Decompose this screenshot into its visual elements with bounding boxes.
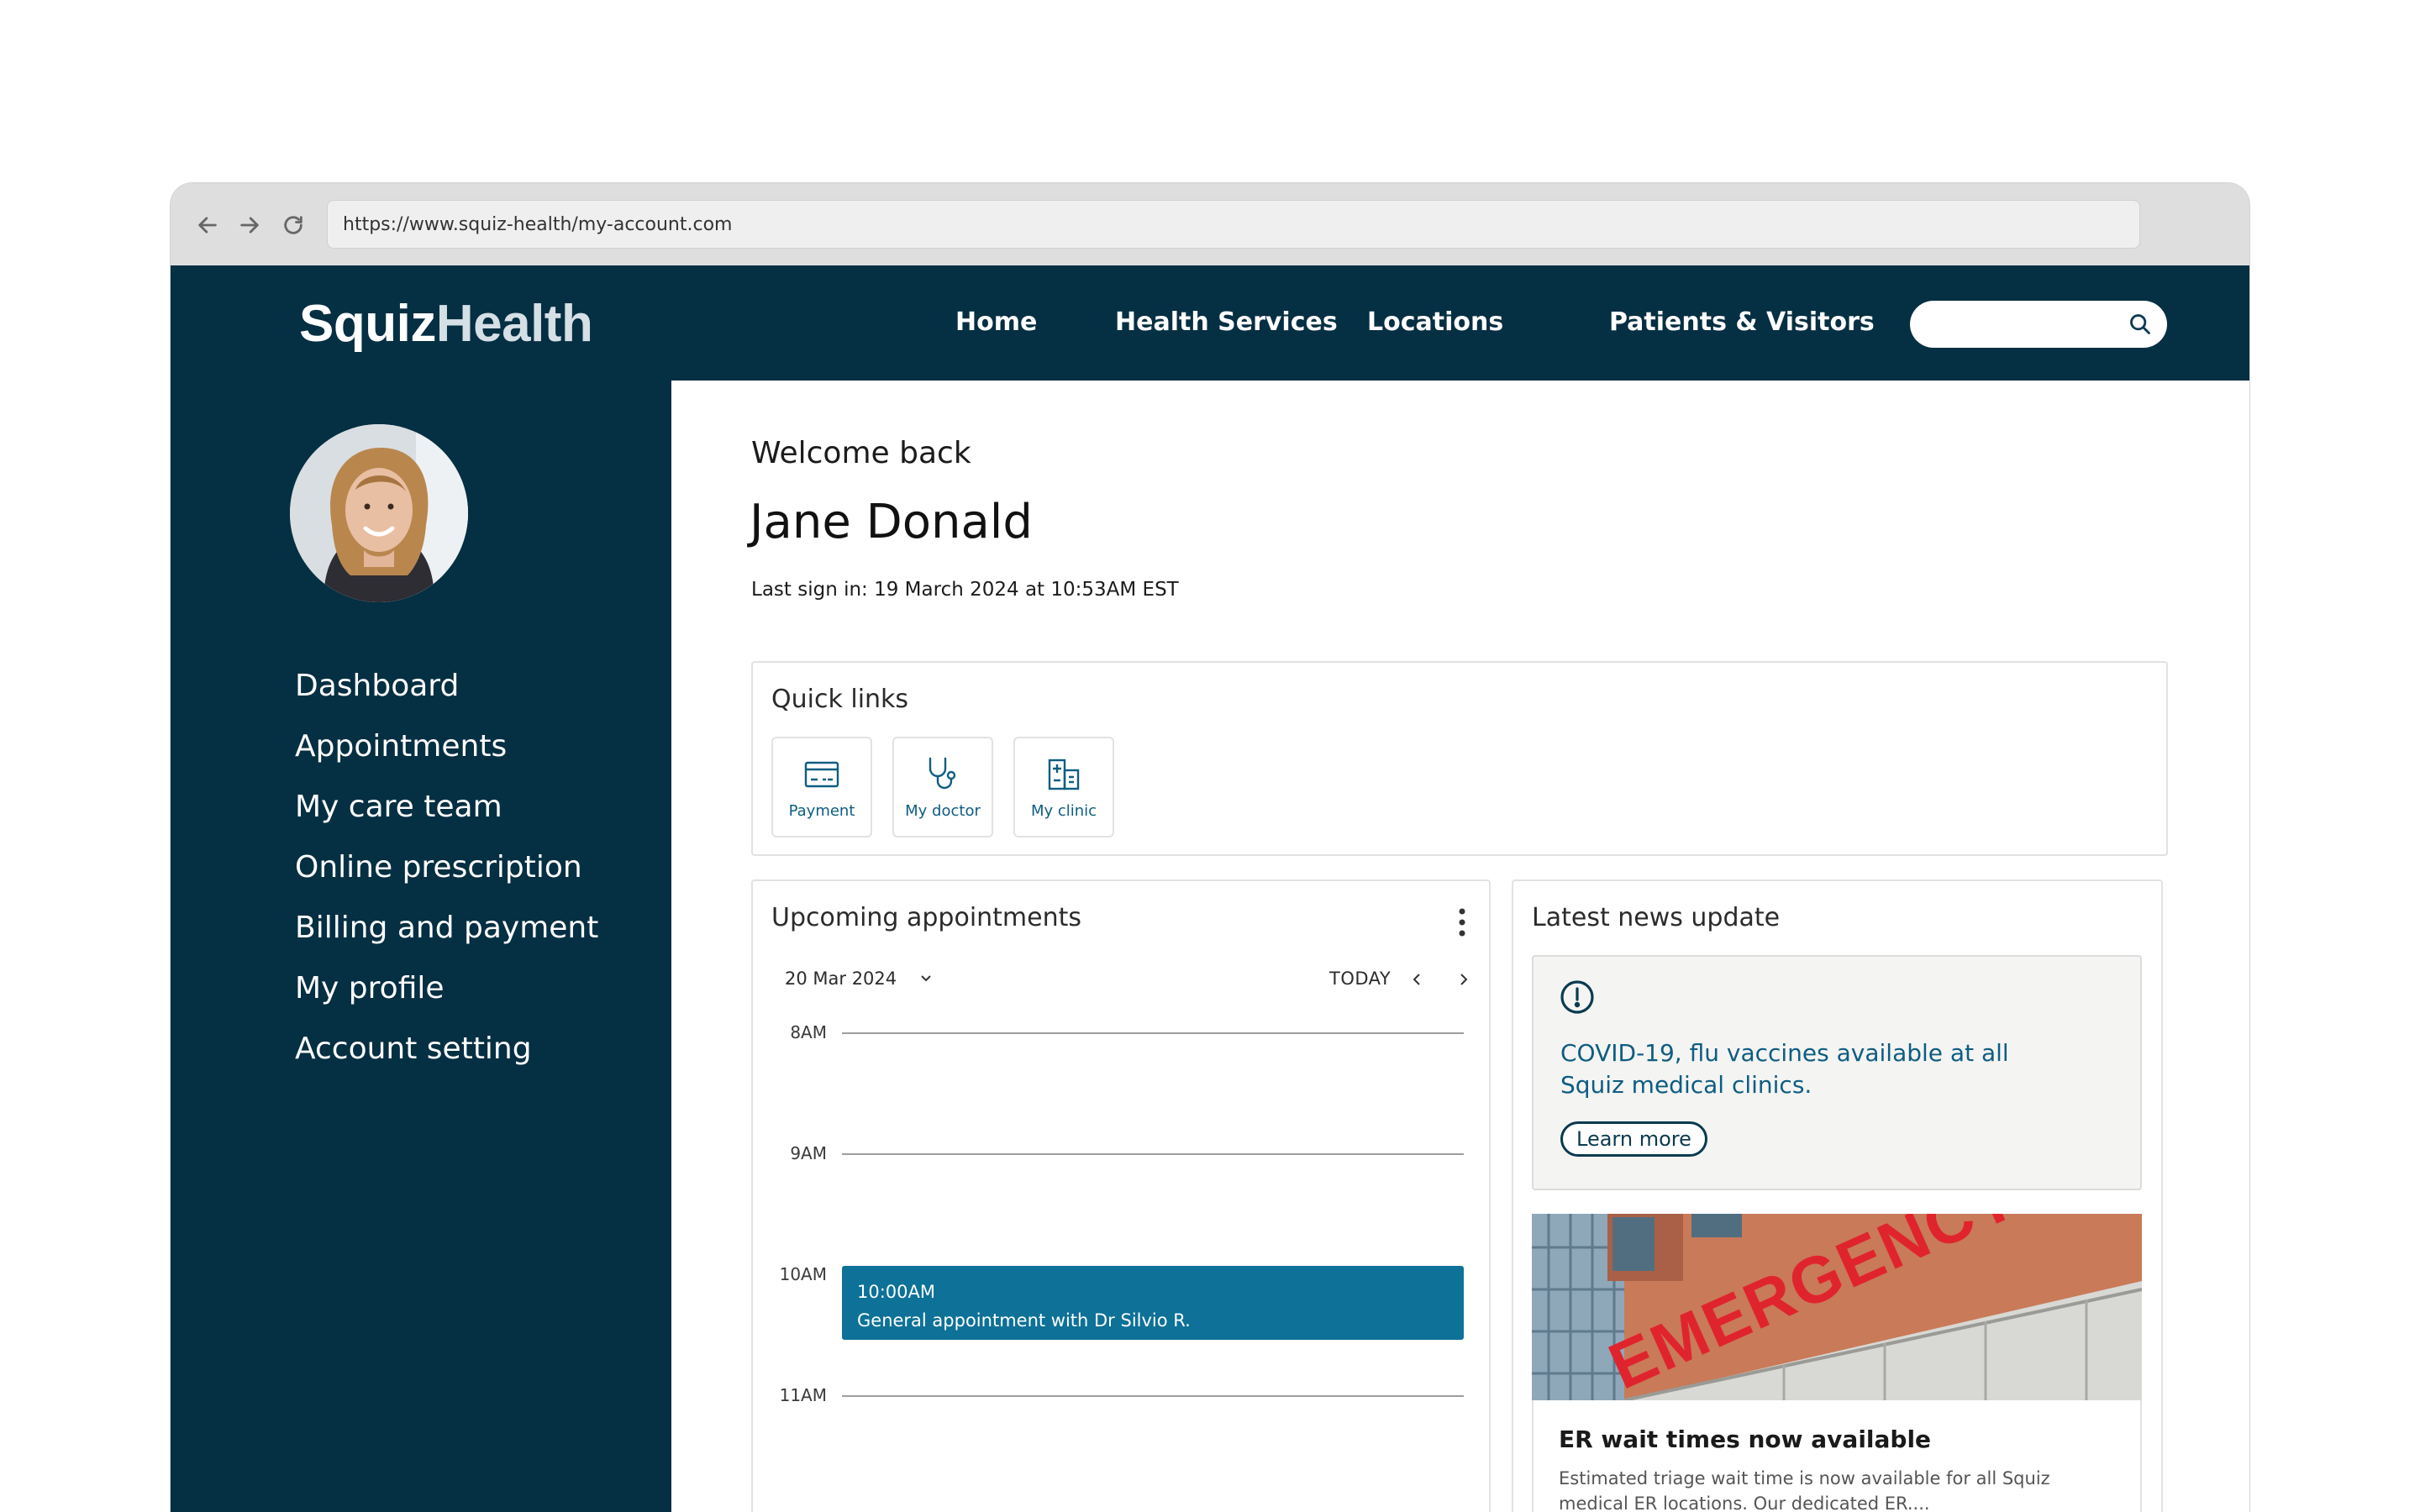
- site-logo[interactable]: SquizHealth: [299, 294, 593, 354]
- page: SquizHealth Home Health Services Locatio…: [171, 265, 2249, 1512]
- search-icon[interactable]: [2128, 312, 2152, 336]
- sidebar-item-online-prescription[interactable]: Online prescription: [295, 837, 598, 898]
- logo-primary: Squiz: [299, 295, 436, 353]
- news-image[interactable]: EMERGENCY: [1532, 1214, 2142, 1400]
- hour-line: [842, 1032, 1464, 1034]
- main-content: Welcome back Jane Donald Last sign in: 1…: [671, 381, 2249, 1512]
- sidebar-item-my-care-team[interactable]: My care team: [295, 777, 598, 837]
- hour-line: [842, 1395, 1464, 1397]
- stethoscope-icon: [929, 757, 956, 790]
- learn-more-button[interactable]: Learn more: [1560, 1121, 1707, 1157]
- sidebar-menu: Dashboard Appointments My care team Onli…: [295, 656, 598, 1079]
- hour-label: 8AM: [790, 1022, 827, 1042]
- date-selector[interactable]: 20 Mar 2024: [785, 969, 934, 989]
- news-title: Latest news update: [1532, 903, 1781, 932]
- hour-line: [842, 1153, 1464, 1155]
- sidebar-item-appointments[interactable]: Appointments: [295, 717, 598, 777]
- quick-link-label: My clinic: [1030, 802, 1097, 820]
- quick-link-my-doctor[interactable]: My doctor: [892, 737, 993, 837]
- top-navigation: SquizHealth Home Health Services Locatio…: [171, 265, 2249, 381]
- hour-label: 9AM: [790, 1143, 827, 1163]
- appointments-title: Upcoming appointments: [771, 903, 1082, 932]
- sidebar-item-dashboard[interactable]: Dashboard: [295, 656, 598, 717]
- nav-home[interactable]: Home: [955, 307, 1037, 337]
- sidebar-item-account-setting[interactable]: Account setting: [295, 1019, 598, 1079]
- avatar[interactable]: [290, 424, 468, 602]
- quick-link-label: Payment: [788, 802, 855, 820]
- hour-label: 10AM: [779, 1264, 827, 1284]
- chevron-left-icon[interactable]: [1410, 972, 1425, 987]
- appointments-card: Upcoming appointments 20 Mar 2024 TODAY …: [751, 879, 1491, 1512]
- hour-label: 11AM: [779, 1385, 827, 1405]
- nav-locations[interactable]: Locations: [1367, 307, 1503, 337]
- chevron-right-icon[interactable]: [1455, 972, 1470, 987]
- selected-date: 20 Mar 2024: [785, 969, 897, 989]
- news-card: Latest news update COVID-19, flu vaccine…: [1512, 879, 2163, 1512]
- user-name: Jane Donald: [750, 495, 1033, 549]
- clinic-building-icon: [1048, 759, 1080, 790]
- back-icon[interactable]: [191, 208, 224, 242]
- article-description: Estimated triage wait time is now availa…: [1559, 1468, 2050, 1512]
- sidebar: Dashboard Appointments My care team Onli…: [171, 381, 671, 1512]
- appointment-event[interactable]: 10:00AM General appointment with Dr Silv…: [842, 1266, 1464, 1340]
- quick-link-my-clinic[interactable]: My clinic: [1013, 737, 1114, 837]
- alert-icon: [1560, 980, 1594, 1014]
- nav-health-services[interactable]: Health Services: [1115, 307, 1338, 337]
- logo-secondary: Health: [435, 295, 593, 353]
- quick-links-title: Quick links: [771, 685, 909, 714]
- today-button[interactable]: TODAY: [1329, 969, 1391, 989]
- quick-links-card: Quick links Payment My doctor My clinic: [751, 661, 2168, 856]
- browser-toolbar: https://www.squiz-health/my-account.com: [171, 183, 2249, 265]
- sidebar-item-my-profile[interactable]: My profile: [295, 958, 598, 1019]
- news-alert: COVID-19, flu vaccines available at all …: [1532, 955, 2142, 1190]
- last-sign-in: Last sign in: 19 March 2024 at 10:53AM E…: [751, 579, 1179, 601]
- forward-icon[interactable]: [233, 208, 266, 242]
- address-bar[interactable]: https://www.squiz-health/my-account.com: [327, 200, 2140, 249]
- reload-icon[interactable]: [276, 208, 310, 242]
- browser-window: https://www.squiz-health/my-account.com …: [171, 183, 2249, 1512]
- event-description: General appointment with Dr Silvio R.: [857, 1310, 1191, 1331]
- credit-card-icon: [804, 761, 839, 788]
- stage: https://www.squiz-health/my-account.com …: [0, 0, 2420, 1512]
- search-input[interactable]: [1910, 301, 2167, 348]
- sidebar-item-billing-and-payment[interactable]: Billing and payment: [295, 898, 598, 958]
- nav-patients-visitors[interactable]: Patients & Visitors: [1609, 307, 1875, 337]
- quick-link-payment[interactable]: Payment: [771, 737, 872, 837]
- url-text: https://www.squiz-health/my-account.com: [343, 213, 733, 235]
- event-time: 10:00AM: [857, 1282, 936, 1302]
- more-options-icon[interactable]: [1457, 906, 1467, 938]
- chevron-down-icon: [921, 975, 931, 982]
- welcome-text: Welcome back: [751, 436, 971, 470]
- quick-link-label: My doctor: [905, 802, 981, 820]
- article-title[interactable]: ER wait times now available: [1559, 1425, 1931, 1453]
- alert-headline[interactable]: COVID-19, flu vaccines available at all …: [1560, 1037, 2031, 1101]
